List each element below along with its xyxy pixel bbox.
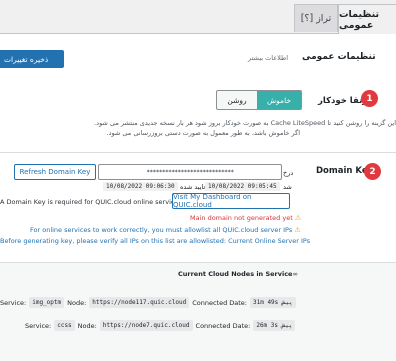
row-service-value: ccss	[54, 320, 75, 331]
toggle-on-option[interactable]: روشن	[217, 91, 257, 109]
warning-icon: ⚠	[294, 226, 301, 234]
row-node-value: https://node117.quic.cloud	[89, 297, 190, 308]
domain-key-required-note: A Domain Key is required for QUIC.cloud …	[0, 198, 184, 206]
tab-trace[interactable]: [؟] تراز	[294, 4, 338, 32]
verify-note: Before generating key, please verify all…	[0, 237, 310, 245]
verify-note-text: Before generating key, please verify all…	[0, 237, 227, 245]
save-changes-label: ذخیره تغییرات	[4, 54, 49, 64]
domain-key-stamp-label: شد	[283, 183, 292, 191]
row-service-label: Service:	[0, 298, 27, 307]
cloud-nodes-title-text: Current Cloud Nodes in Service	[178, 270, 293, 278]
row-date-label: Connected Date:	[192, 298, 247, 307]
refresh-domain-key-label: Refresh Domain Key	[19, 168, 91, 176]
main-domain-warning-text: Main domain not generated yet	[190, 214, 293, 222]
auto-upgrade-toggle[interactable]: روشن خاموش	[216, 90, 302, 110]
more-info-link[interactable]: اطلاعات بیشتر	[248, 52, 288, 62]
cloud-icon: ∞	[292, 270, 298, 278]
row-service-value: img_optm	[29, 297, 65, 308]
row-node-label: Node:	[77, 321, 97, 330]
domain-key-stamp-mid: تایید شده	[180, 183, 206, 191]
refresh-domain-key-button[interactable]: Refresh Domain Key	[14, 164, 96, 180]
step-badge-1: 1	[361, 90, 378, 107]
domain-key-status-prefix: درخ	[283, 169, 294, 177]
cloud-node-row: Service: img_optm Node: https://node117.…	[0, 297, 296, 308]
domain-key-input[interactable]: ****************************	[98, 164, 282, 180]
auto-upgrade-description-1: این گزینه را روشن کنید تا Cache LiteSpee…	[94, 119, 396, 127]
allowlist-note: For online services to work correctly, y…	[30, 226, 301, 234]
tab-general-settings[interactable]: تنظیمات عمومی	[338, 4, 396, 34]
visit-dashboard-button[interactable]: Visit My Dashboard on QUIC.cloud	[172, 193, 290, 209]
toggle-off-option[interactable]: خاموش	[257, 91, 301, 109]
visit-dashboard-label: Visit My Dashboard on QUIC.cloud	[173, 193, 252, 209]
row-age-value: 26m 3s پیش	[253, 320, 296, 331]
current-online-ips-link[interactable]: Current Online Server IPs	[228, 237, 310, 245]
row-node-label: Node:	[67, 298, 87, 307]
section-divider	[0, 152, 396, 153]
allowlist-note-text: For online services to work correctly, y…	[30, 226, 293, 234]
cloud-nodes-title: Current Cloud Nodes in Service∞	[178, 270, 298, 278]
cloud-node-row: Service: ccss Node: https://node7.quic.c…	[25, 320, 296, 331]
main-domain-warning: Main domain not generated yet ⚠	[190, 214, 301, 222]
row-age-value: 31m 49s پیش	[250, 297, 296, 308]
page-title: تنظیمات عمومی	[302, 52, 376, 62]
domain-key-stamp-2: 10/08/2022 09:05:45	[205, 182, 280, 191]
auto-upgrade-description-2: اگر خاموش باشد، به طور معمول به صورت دست…	[106, 129, 300, 137]
row-date-label: Connected Date:	[195, 321, 251, 330]
tab-general-label: تنظیمات عمومی	[339, 8, 380, 31]
save-changes-button[interactable]: ذخیره تغییرات	[0, 50, 64, 68]
step-badge-2: 2	[364, 163, 381, 180]
row-node-value: https://node7.quic.cloud	[99, 320, 193, 331]
warning-icon: ⚠	[294, 214, 302, 222]
tab-trace-label: [؟] تراز	[300, 13, 332, 24]
domain-key-stamp-1: 10/08/2022 09:06:30	[103, 182, 178, 191]
row-service-label: Service:	[25, 321, 52, 330]
